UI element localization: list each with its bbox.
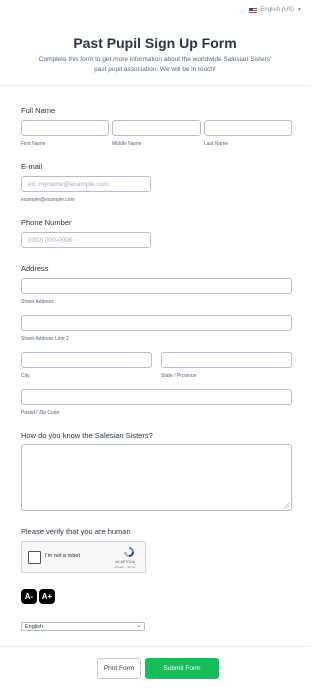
subtitle-line-2: past pupil association. We will be in to… <box>94 66 216 73</box>
street-address-2-input[interactable] <box>21 315 292 331</box>
form-title: Past Pupil Sign Up Form <box>73 35 237 51</box>
language-dropdown-top[interactable]: English (US) ▼ <box>249 5 302 15</box>
phone-input[interactable]: (000) 000-0000 <box>21 232 151 248</box>
postal-code-input[interactable] <box>21 389 292 405</box>
state-sublabel: State / Province <box>161 373 197 379</box>
chevron-down-icon: ▼ <box>297 7 302 13</box>
subtitle-line-1: Complete this form to get more informati… <box>38 56 272 63</box>
question-label: How do you know the Salesian Sisters? <box>21 431 153 440</box>
resize-handle-icon[interactable] <box>284 503 289 508</box>
us-flag-icon <box>249 7 258 13</box>
first-name-sublabel: First Name <box>21 141 46 147</box>
recaptcha-logo-icon <box>124 547 134 557</box>
chevron-down-icon: ⌄ <box>136 623 141 629</box>
postal-code-sublabel: Postal / Zip Code <box>21 410 60 416</box>
decrease-font-button[interactable]: A- <box>21 589 37 604</box>
state-input[interactable] <box>161 352 292 368</box>
email-input[interactable]: ex: myname@example.com <box>21 176 151 192</box>
city-sublabel: City <box>21 373 30 379</box>
street-address-2-sublabel: Street Address Line 2 <box>21 336 69 342</box>
recaptcha-terms[interactable]: Privacy - Terms <box>111 565 139 569</box>
question-textarea[interactable] <box>21 444 292 511</box>
full-name-label: Full Name <box>21 106 56 115</box>
form-footer: Print Form Submit Form <box>0 646 310 694</box>
submit-form-button[interactable]: Submit Form <box>145 658 219 679</box>
middle-name-sublabel: Middle Name <box>112 141 142 147</box>
form-header: Past Pupil Sign Up Form Complete this fo… <box>0 20 310 86</box>
recaptcha-brand: reCAPTCHA <box>115 560 135 564</box>
email-sublabel: example@example.com <box>21 197 75 203</box>
street-address-input[interactable] <box>21 278 292 294</box>
captcha-label: Please verify that you are human <box>21 527 131 536</box>
last-name-input[interactable] <box>204 120 292 136</box>
language-select-value: English <box>25 623 44 630</box>
language-select[interactable]: English ⌄ <box>21 622 145 631</box>
address-label: Address <box>21 264 49 273</box>
print-form-button[interactable]: Print Form <box>97 658 141 679</box>
recaptcha-text: I'm not a robot <box>45 553 80 559</box>
street-address-sublabel: Street Address <box>21 299 54 305</box>
form-subtitle: Complete this form to get more informati… <box>0 55 310 75</box>
email-label: E-mail <box>21 162 43 171</box>
email-placeholder: ex: myname@example.com <box>28 181 109 188</box>
recaptcha-widget: I'm not a robot reCAPTCHA Privacy - Term… <box>21 541 146 573</box>
last-name-sublabel: Last Name <box>204 141 229 147</box>
first-name-input[interactable] <box>21 120 109 136</box>
phone-label: Phone Number <box>21 218 72 227</box>
city-input[interactable] <box>21 352 152 368</box>
phone-placeholder: (000) 000-0000 <box>28 237 73 244</box>
increase-font-button[interactable]: A+ <box>39 589 55 604</box>
language-label: English (US) <box>260 7 295 13</box>
recaptcha-checkbox[interactable] <box>28 551 41 564</box>
middle-name-input[interactable] <box>112 120 201 136</box>
